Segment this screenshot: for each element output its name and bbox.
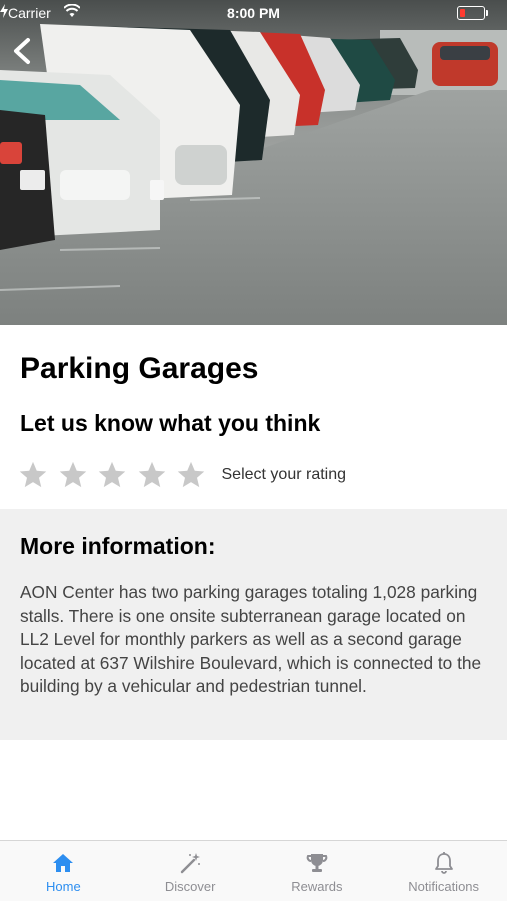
star-icon[interactable]: [18, 460, 48, 490]
page-title: Parking Garages: [20, 352, 259, 385]
feedback-heading: Let us know what you think: [20, 410, 321, 436]
tab-home[interactable]: Home: [0, 841, 127, 901]
tab-rewards[interactable]: Rewards: [254, 841, 381, 901]
star-icon[interactable]: [97, 460, 127, 490]
hero-image: Carrier 8:00 PM: [0, 0, 507, 325]
home-icon: [53, 854, 74, 872]
battery-icon: [457, 6, 488, 20]
more-information-section: More information: AON Center has two par…: [0, 509, 507, 740]
trophy-icon: [306, 854, 328, 872]
tab-label: Notifications: [408, 879, 480, 894]
info-heading: More information:: [20, 533, 216, 559]
chevron-left-icon: [14, 38, 30, 64]
magic-wand-icon: [180, 853, 201, 874]
tab-notifications[interactable]: Notifications: [380, 841, 507, 901]
bell-icon: [434, 852, 453, 874]
rating-label: Select your rating: [221, 466, 347, 483]
info-body: AON Center has two parking garages total…: [20, 582, 482, 697]
back-button[interactable]: [10, 36, 38, 66]
star-icon[interactable]: [176, 460, 206, 490]
tab-bar: Home Discover Rewards Notifications: [0, 840, 507, 901]
tab-label: Rewards: [291, 879, 343, 894]
tab-label: Home: [46, 879, 81, 894]
tab-discover[interactable]: Discover: [127, 841, 254, 901]
status-time: 8:00 PM: [227, 5, 280, 21]
star-icon[interactable]: [58, 460, 88, 490]
status-bar: Carrier 8:00 PM: [0, 0, 507, 26]
star-icon[interactable]: [137, 460, 167, 490]
tab-label: Discover: [164, 879, 216, 894]
star-rating[interactable]: Select your rating: [18, 459, 346, 491]
parking-garage-photo: [0, 0, 507, 325]
charging-bolt-icon: [0, 4, 8, 18]
